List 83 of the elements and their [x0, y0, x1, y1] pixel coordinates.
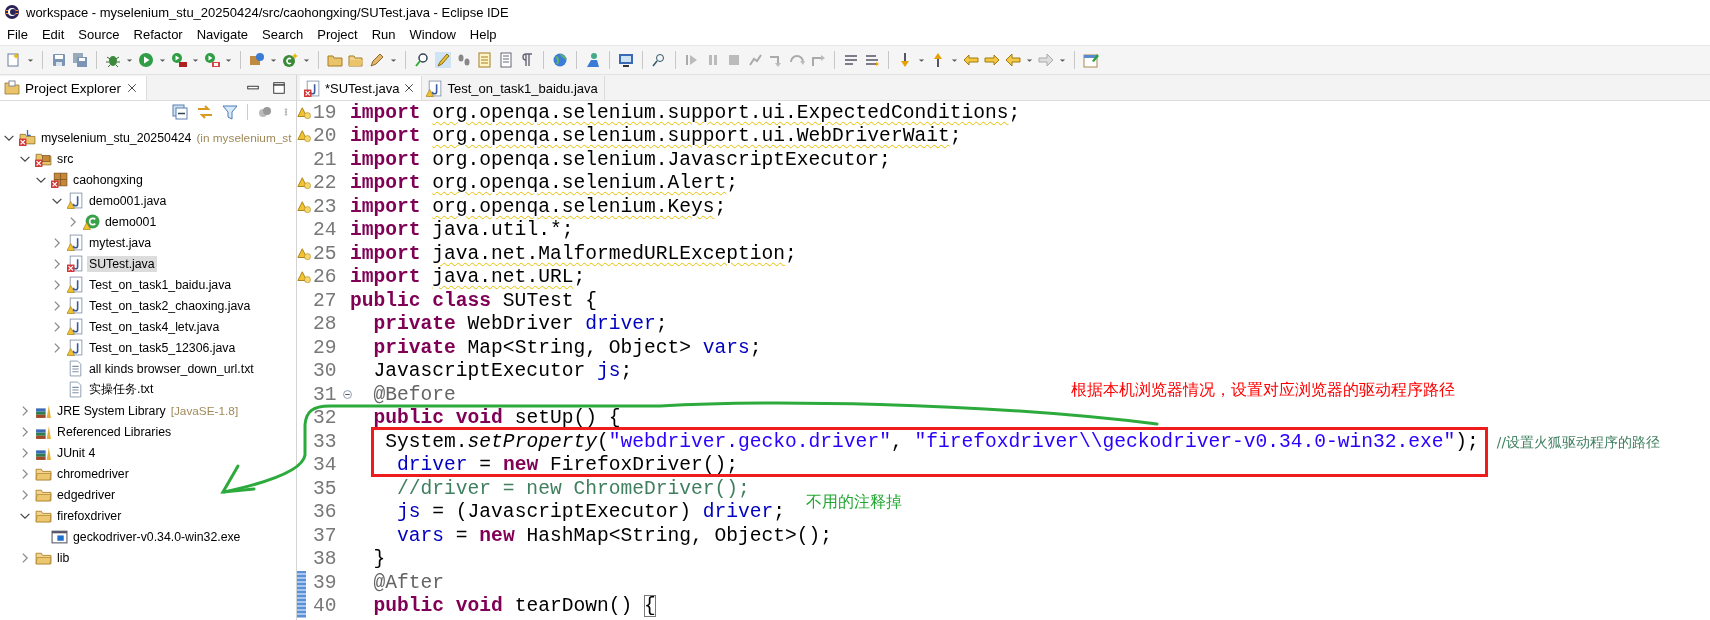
- tree-item[interactable]: demo001.java: [87, 192, 169, 209]
- code-line: import org.openqa.selenium.JavascriptExecutor;: [350, 148, 891, 171]
- line-number: 24: [313, 219, 338, 242]
- menu-item[interactable]: Edit: [34, 25, 72, 44]
- line-number: 19: [313, 101, 338, 124]
- line-number: 29: [313, 336, 338, 359]
- code-line: private WebDriver driver;: [372, 313, 668, 336]
- line-number: 26: [313, 266, 338, 289]
- line-number: 33: [313, 430, 338, 453]
- view-tab[interactable]: Project Explorer: [0, 76, 148, 100]
- tree-item[interactable]: Test_on_task4_letv.java: [87, 318, 222, 335]
- line-number: 30: [313, 360, 338, 383]
- line-number: 22: [313, 172, 338, 195]
- code-line: @After: [372, 571, 445, 594]
- menu-item[interactable]: Source: [71, 25, 127, 44]
- tree-item[interactable]: SUTest.java: [87, 255, 157, 272]
- editor-tab[interactable]: *SUTest.java: [300, 76, 423, 100]
- code-line: driver = new FirefoxDriver();: [396, 454, 739, 477]
- tree-item[interactable]: JRE System Library: [55, 402, 168, 419]
- tree-item[interactable]: Referenced Libraries: [55, 423, 174, 440]
- code-line: private Map<String, Object> vars;: [372, 336, 762, 359]
- annotation-text: 不用的注释掉: [806, 492, 902, 512]
- line-number: 21: [313, 148, 338, 171]
- code-line: import java.net.URL;: [350, 266, 586, 289]
- tree-item[interactable]: Test_on_task5_12306.java: [87, 339, 238, 356]
- tree-item[interactable]: src: [55, 150, 76, 167]
- menu-item[interactable]: Help: [462, 25, 504, 44]
- line-number: 20: [313, 125, 338, 148]
- tree-item[interactable]: mytest.java: [87, 234, 154, 251]
- tree-item[interactable]: all kinds browser_down_url.txt: [87, 360, 256, 377]
- code-line: import org.openqa.selenium.Alert;: [350, 172, 739, 195]
- line-number: 23: [313, 195, 338, 218]
- tree-item[interactable]: lib: [55, 549, 72, 566]
- menu-item[interactable]: Run: [364, 25, 403, 44]
- code-line: public void tearDown() {: [372, 595, 656, 618]
- tree-item[interactable]: geckodriver-v0.34.0-win32.exe: [71, 528, 243, 545]
- tree-item[interactable]: JUnit 4: [55, 444, 98, 461]
- editor-tab[interactable]: Test_on_task1_baidu.java: [422, 76, 605, 100]
- tree-item[interactable]: edgedriver: [55, 486, 118, 503]
- code-line: public void setUp() {: [372, 407, 621, 430]
- line-number: 32: [313, 407, 338, 430]
- code-line: JavascriptExecutor js;: [372, 360, 633, 383]
- code-line: @Before: [372, 383, 456, 406]
- tree-item[interactable]: myselenium_stu_20250424: [39, 129, 194, 146]
- menu-item[interactable]: Search: [255, 25, 311, 44]
- line-number: 39: [313, 571, 338, 594]
- line-number: 38: [313, 548, 338, 571]
- tree-item[interactable]: firefoxdriver: [55, 507, 124, 524]
- window-title: workspace - myselenium_stu_20250424/src/caohongxing/SUTest.java - Eclipse IDE: [26, 4, 509, 20]
- line-number: 35: [313, 477, 338, 500]
- line-number: 27: [313, 289, 338, 312]
- code-line: vars = new HashMap<String, Object>();: [396, 524, 833, 547]
- code-line: System.setProperty("webdriver.gecko.driver", "firefoxdriver\\geckodriver-v0.34.0-win32.exe"); //设置火狐驱动程序的路径: [384, 430, 1660, 453]
- line-number: 37: [313, 524, 338, 547]
- tree-item[interactable]: 实操任务.txt: [87, 380, 156, 399]
- menu-item[interactable]: Window: [402, 25, 463, 44]
- menu-item[interactable]: Project: [310, 25, 365, 44]
- line-number: 34: [313, 454, 338, 477]
- line-number: 25: [313, 242, 338, 265]
- menu-item[interactable]: Refactor: [126, 25, 190, 44]
- line-number: 31: [313, 383, 338, 406]
- tree-item[interactable]: caohongxing: [71, 171, 145, 188]
- code-line: import java.util.*;: [350, 219, 574, 242]
- menu-item[interactable]: File: [0, 25, 35, 44]
- code-line: import org.openqa.selenium.support.ui.ExpectedConditions;: [350, 101, 1021, 124]
- tree-item-decoration: (in myselenium_st: [196, 130, 292, 145]
- code-line: import org.openqa.selenium.support.ui.WebDriverWait;: [350, 125, 962, 148]
- menu-item[interactable]: Navigate: [189, 25, 255, 44]
- tree-item[interactable]: Test_on_task2_chaoxing.java: [87, 297, 253, 314]
- tree-item-decoration: [JavaSE-1.8]: [170, 403, 239, 418]
- code-line: //driver = new ChromeDriver();: [396, 477, 750, 500]
- line-number: 28: [313, 313, 338, 336]
- code-line: import org.openqa.selenium.Keys;: [350, 195, 727, 218]
- code-line: js = (JavascriptExecutor) driver;: [396, 501, 786, 524]
- code-line: import java.net.MalformedURLException;: [350, 242, 797, 265]
- tree-item[interactable]: chromedriver: [55, 465, 131, 482]
- tree-item[interactable]: demo001: [103, 213, 159, 230]
- code-line: }: [372, 548, 386, 571]
- code-line: public class SUTest {: [350, 289, 597, 312]
- line-number: 40: [313, 595, 338, 618]
- annotation-text: 根据本机浏览器情况，设置对应浏览器的驱动程序路径: [1071, 380, 1455, 400]
- line-number: 36: [313, 501, 338, 524]
- tree-item[interactable]: Test_on_task1_baidu.java: [87, 276, 234, 293]
